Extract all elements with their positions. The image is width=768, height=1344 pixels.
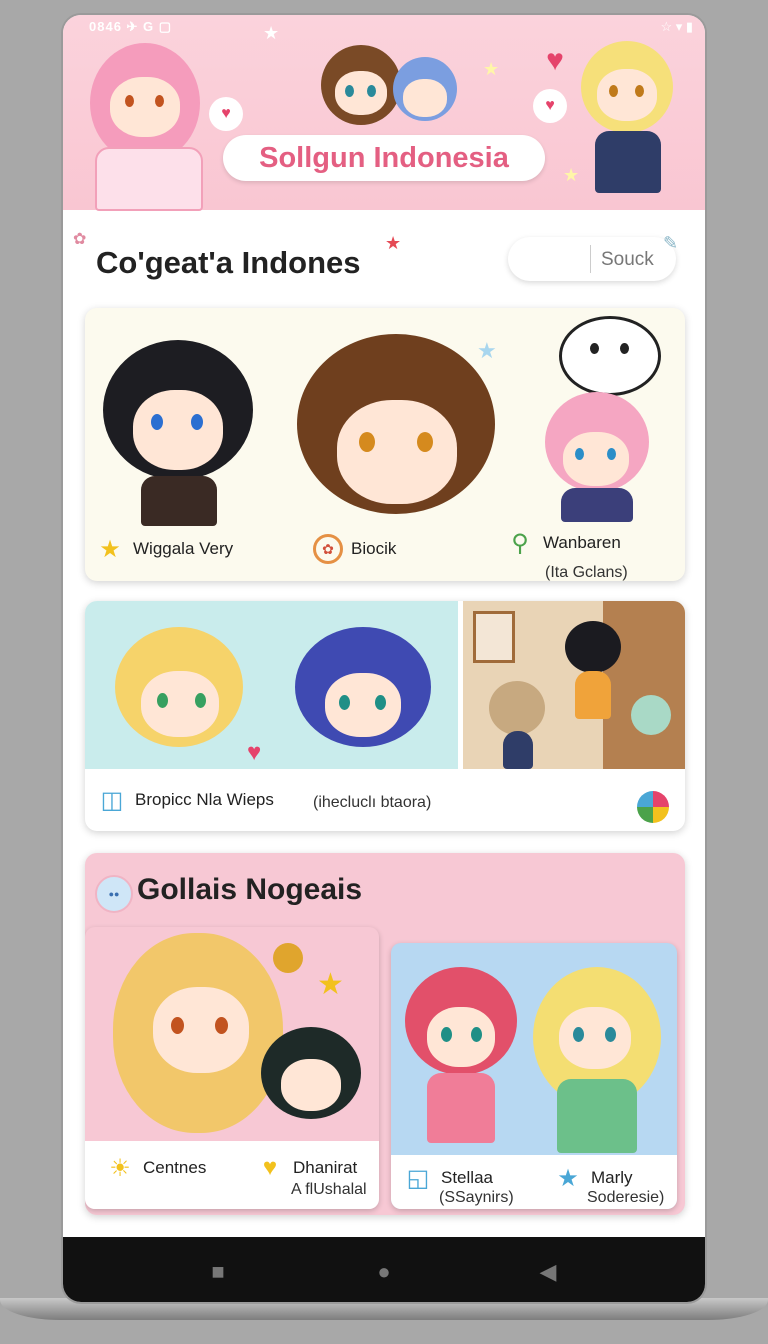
search-input[interactable]: Souck [508,237,676,281]
banner-title: Sollgun Indonesia [223,135,545,181]
color-wheel-icon[interactable] [637,791,669,823]
character-item-1[interactable]: ★ Wiggala Very [95,534,233,564]
page-title: Co'geat'a Indones [96,245,361,280]
scene-left-image: ♥ [85,601,458,769]
character-green-apron [529,967,665,1157]
gallery-section: ●● Gollais Nogeais ★ ☀ Centnes ♥ Dhanira… [85,853,685,1215]
gallery-card-2-footer: ◱ Stellaa (SSaynirs) ★ Marly Soderesie) [391,1155,677,1209]
gallery-item-label: Dhanirat [293,1158,358,1177]
pin-icon: ⚲ [511,529,529,557]
coin-icon [273,943,303,973]
sticker-icon: ✿ [73,231,87,248]
sun-icon: ☀ [109,1154,131,1182]
character-item-2[interactable]: ✿ Biocik [313,534,396,564]
badge-icon: ✿ [313,534,343,564]
featured-characters-card[interactable]: ★ ★ Wiggala Very ✿ Biocik ⚲ Wanbaren (It… [85,308,685,581]
gallery-item[interactable]: ♥ Dhanirat [255,1153,357,1183]
star-icon: ★ [317,968,344,1001]
character-brown-hair [297,326,497,536]
picture-frame-icon [473,611,515,663]
scene-left-label: Bropicc Nla Wieps [135,790,274,809]
status-right-icons: ☆ ▾ ▮ [660,19,693,34]
gallery-item-label: Stellaa [441,1168,493,1187]
banner-character-pink [85,35,215,211]
bag-icon: ◱ [406,1164,430,1192]
gallery-item[interactable]: ☀ Centnes [105,1153,206,1183]
star-icon: ★ [99,535,121,563]
gallery-card-1[interactable]: ★ ☀ Centnes ♥ Dhanirat A flUshalal [85,927,379,1209]
character-item-label: Wanbaren [543,533,621,552]
section-title: Gollais Nogeais [137,873,363,906]
star-icon: ★ [483,59,500,79]
character-blonde-cat [115,627,245,767]
heart-bubble-icon: ♥ [209,97,243,131]
character-black-hair [103,330,253,526]
banner-character-pair [321,35,457,135]
star-icon: ★ [563,165,580,185]
character-pink-cat [533,392,663,522]
ghost-bubble-icon [559,316,661,396]
star-icon: ★ [385,233,402,253]
gallery-item-sublabel: (SSaynirs) [439,1189,514,1206]
character-item-label: Biocik [351,539,397,558]
door-image [603,601,685,769]
status-bar: 0846 ✈ G ▢ ☆ ▾ ▮ [63,15,705,39]
star-icon: ★ [557,1164,579,1192]
pencils-icon: ✎ [663,233,679,253]
heart-bubble-icon: ♥ [533,89,567,123]
character-red-hair [405,967,521,1147]
heart-icon: ♥ [546,44,564,77]
navigation-bar: ■ ● ◀ [63,1237,705,1302]
home-button[interactable]: ● [369,1257,399,1287]
character-dark-green [261,1027,365,1137]
gallery-item-label: Marly [591,1168,633,1187]
search-placeholder: Souck [601,249,654,270]
back-button[interactable]: ◀ [533,1257,563,1287]
character-long-blonde [107,927,287,1137]
page-header: ✿ ★ Co'geat'a Indones Souck ✎ [63,215,705,315]
heart-icon: ♥ [262,1154,278,1181]
hero-banner[interactable]: ♥ ♥ ♥ ★ ★ ★ Sollgun Indonesia [63,15,705,211]
scene-right-label: (ihecluclı btaora) [313,794,432,811]
badge-icon: ●● [95,875,133,913]
status-left-icons: 0846 ✈ G ▢ [89,19,173,34]
gallery-card-1-footer: ☀ Centnes ♥ Dhanirat A flUshalal [85,1141,379,1209]
gallery-item-label: Centnes [143,1158,207,1177]
gallery-card-2[interactable]: ◱ Stellaa (SSaynirs) ★ Marly Soderesie) [391,943,677,1209]
scene-right-image [463,601,685,769]
banner-character-blonde [575,33,685,203]
cup-icon: ◫ [100,786,124,814]
heart-icon: ♥ [247,739,262,766]
scene-card[interactable]: ♥ ◫ Bropicc Nla Wieps (ihecluclı btaora) [85,601,685,831]
recent-apps-button[interactable]: ■ [203,1257,233,1287]
character-item-label: Wiggala Very [133,539,234,558]
phone-screen: 0846 ✈ G ▢ ☆ ▾ ▮ ♥ ♥ ♥ ★ ★ ★ Sollgun Ind… [63,15,705,1302]
gallery-item-sublabel: A flUshalal [291,1181,367,1198]
search-divider [590,245,591,273]
gallery-item-sublabel: Soderesie) [587,1189,665,1206]
character-blue-hair [295,627,435,767]
character-item-3[interactable]: ⚲ Wanbaren [505,528,621,558]
scene-left-caption[interactable]: ◫ Bropicc Nla Wieps [97,785,274,815]
character-item-sublabel: (Ita Gclans) [545,564,628,581]
star-icon: ★ [477,338,497,363]
